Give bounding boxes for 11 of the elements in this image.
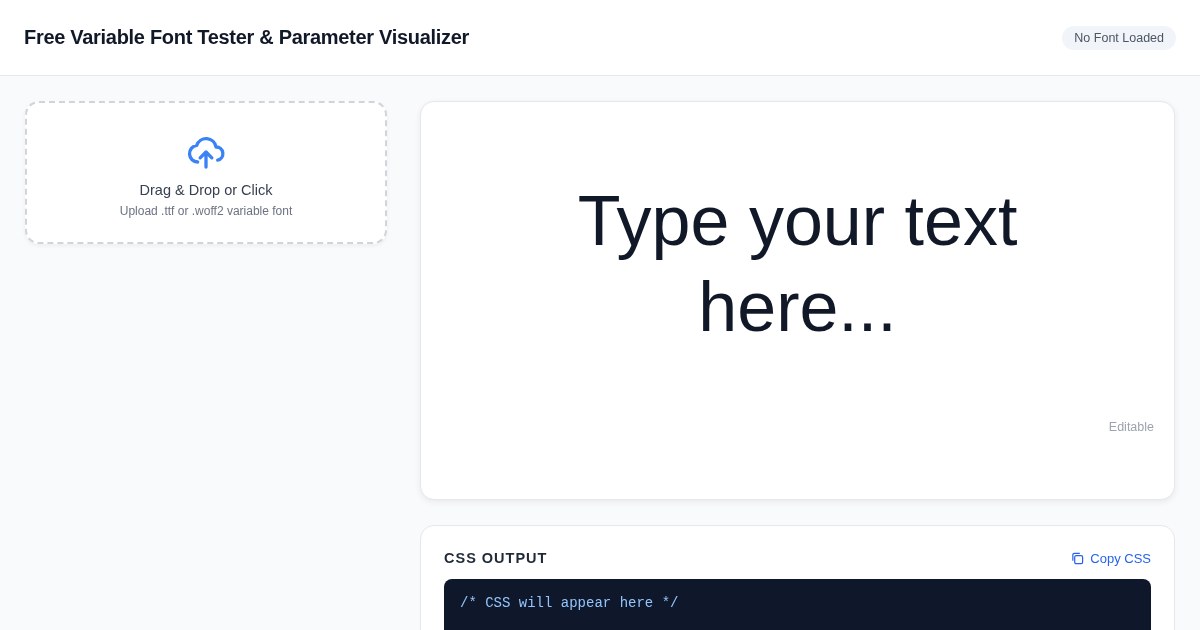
upload-title: Drag & Drop or Click	[139, 181, 273, 198]
page-title: Free Variable Font Tester & Parameter Visualizer	[24, 26, 470, 49]
upload-dropzone[interactable]: Drag & Drop or Click Upload .ttf or .woff2 variable font	[25, 101, 387, 244]
editable-note: Editable	[1108, 419, 1154, 434]
copy-icon	[1071, 551, 1085, 565]
upload-hint: Upload .ttf or .woff2 variable font	[119, 203, 293, 218]
copy-css-button[interactable]: Copy CSS	[1071, 550, 1151, 566]
status-badge: No Font Loaded	[1062, 25, 1176, 50]
section-heading: CSS OUTPUT	[444, 550, 548, 566]
preview-text[interactable]: Type your text here...	[537, 177, 1058, 350]
code-text: /* CSS will appear here */	[460, 595, 679, 611]
